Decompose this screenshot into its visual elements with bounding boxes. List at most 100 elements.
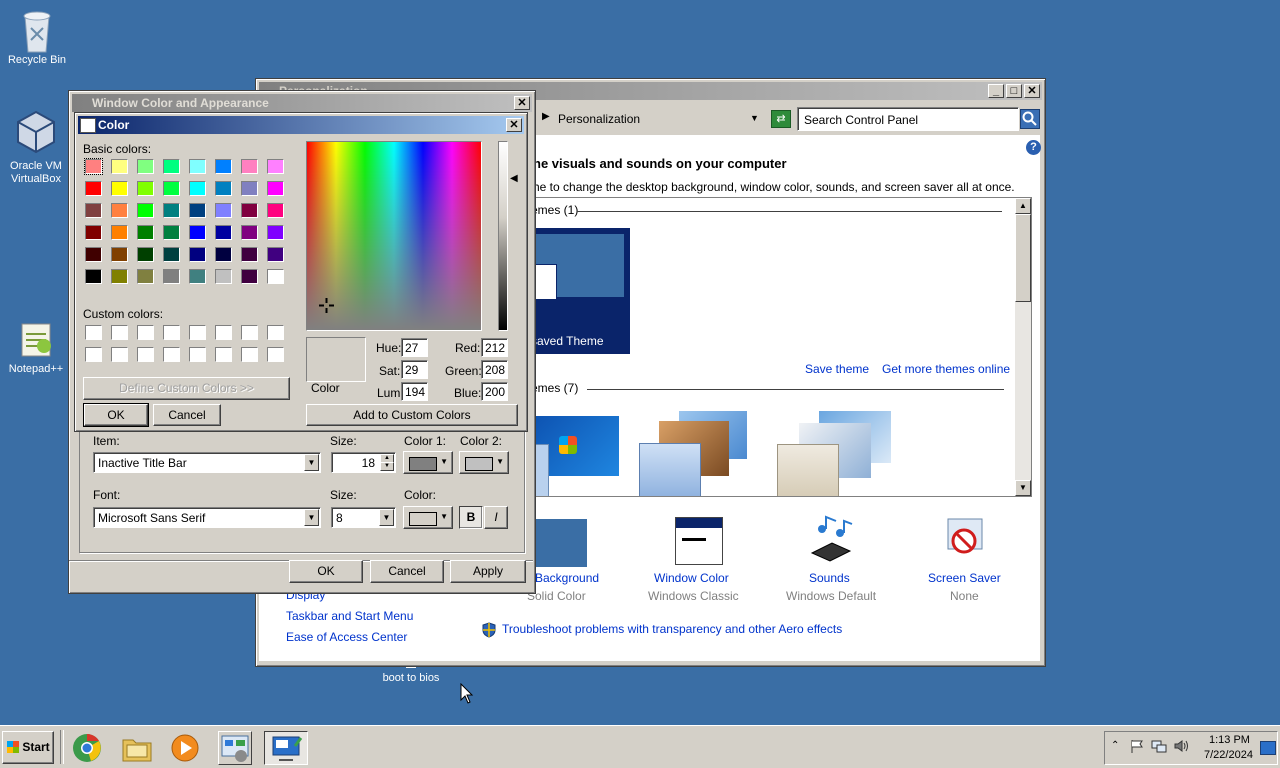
basic-color-swatch[interactable]	[267, 203, 284, 218]
green-input[interactable]: 208	[481, 360, 508, 379]
action-center-flag-icon[interactable]	[1129, 738, 1145, 757]
basic-color-swatch[interactable]	[189, 247, 206, 262]
network-icon[interactable]	[1151, 738, 1167, 757]
basic-color-swatch[interactable]	[163, 203, 180, 218]
maximize-button[interactable]: □	[1006, 84, 1022, 98]
chevron-down-icon[interactable]: ▼	[750, 113, 759, 123]
wca-ok-button[interactable]: OK	[289, 560, 363, 583]
crosshair-icon[interactable]	[319, 298, 334, 313]
folder-icon[interactable]	[120, 731, 154, 765]
personalization-taskbar-icon[interactable]	[264, 731, 308, 765]
basic-color-swatch[interactable]	[163, 269, 180, 284]
chevron-down-icon[interactable]: ▼	[304, 509, 319, 526]
basic-color-swatch[interactable]	[137, 269, 154, 284]
basic-color-swatch[interactable]	[163, 225, 180, 240]
basic-color-swatch[interactable]	[189, 225, 206, 240]
get-more-themes-link[interactable]: Get more themes online	[882, 362, 1010, 376]
desktop-icon-recycle-bin[interactable]: Recycle Bin	[0, 8, 77, 67]
refresh-icon[interactable]: ⇄	[771, 110, 791, 128]
basic-color-swatch[interactable]	[189, 203, 206, 218]
luminance-slider[interactable]	[498, 141, 508, 331]
chrome-icon[interactable]	[70, 731, 104, 765]
close-button[interactable]: ✕	[506, 118, 522, 132]
basic-color-swatch[interactable]	[137, 203, 154, 218]
basic-color-swatch[interactable]	[163, 247, 180, 262]
custom-color-swatch[interactable]	[189, 347, 206, 362]
basic-color-swatch[interactable]	[111, 247, 128, 262]
custom-color-swatch[interactable]	[137, 347, 154, 362]
color-spectrum[interactable]	[306, 141, 482, 331]
custom-color-swatch[interactable]	[215, 347, 232, 362]
clock-date[interactable]: 7/22/2024	[1204, 749, 1253, 761]
control-panel-icon[interactable]	[218, 731, 252, 765]
basic-color-swatch[interactable]	[85, 203, 102, 218]
lum-input[interactable]: 194	[401, 382, 428, 401]
color1-picker[interactable]: ▼	[403, 451, 453, 474]
custom-color-swatch[interactable]	[241, 347, 258, 362]
basic-color-swatch[interactable]	[267, 225, 284, 240]
color-cancel-button[interactable]: Cancel	[153, 404, 221, 426]
themes-list[interactable]: emes (1) saved Theme Save theme Get more…	[518, 197, 1032, 497]
chevron-down-icon[interactable]: ▼	[379, 509, 394, 526]
scroll-up-arrow-icon[interactable]: ▲	[1015, 198, 1031, 214]
close-button[interactable]: ✕	[514, 96, 530, 110]
font-color-picker[interactable]: ▼	[403, 506, 453, 529]
custom-color-swatch[interactable]	[267, 325, 284, 340]
wca-apply-button[interactable]: Apply	[450, 560, 526, 583]
basic-color-swatch[interactable]	[215, 181, 232, 196]
color-ok-button[interactable]: OK	[83, 403, 149, 427]
see-also-taskbar-link[interactable]: Taskbar and Start Menu	[286, 609, 413, 623]
custom-color-swatch[interactable]	[163, 347, 180, 362]
basic-color-swatch[interactable]	[111, 269, 128, 284]
start-button[interactable]: Start	[2, 731, 54, 764]
font-select[interactable]: Microsoft Sans Serif ▼	[93, 507, 321, 528]
basic-color-swatch[interactable]	[111, 203, 128, 218]
basic-color-swatch[interactable]	[137, 225, 154, 240]
scroll-down-arrow-icon[interactable]: ▼	[1015, 480, 1031, 496]
custom-color-swatch[interactable]	[163, 325, 180, 340]
blue-input[interactable]: 200	[481, 382, 508, 401]
basic-color-swatch[interactable]	[85, 225, 102, 240]
basic-color-swatch[interactable]	[215, 203, 232, 218]
chevron-down-icon[interactable]: ▼	[304, 454, 319, 471]
address-bar[interactable]: ▶ Personalization ▼	[536, 108, 766, 130]
unsaved-theme-tile[interactable]: saved Theme	[529, 228, 630, 354]
custom-color-swatch[interactable]	[137, 325, 154, 340]
basic-color-swatch[interactable]	[267, 247, 284, 262]
basic-color-swatch[interactable]	[189, 159, 206, 174]
sounds-item[interactable]: Sounds Windows Default	[774, 515, 884, 605]
aero-theme-architecture[interactable]	[639, 411, 749, 496]
red-input[interactable]: 212	[481, 338, 508, 357]
clock-time[interactable]: 1:13 PM	[1209, 734, 1250, 746]
show-desktop-icon[interactable]	[1260, 741, 1276, 755]
minimize-button[interactable]: _	[988, 84, 1004, 98]
custom-color-swatch[interactable]	[189, 325, 206, 340]
basic-color-swatch[interactable]	[85, 269, 102, 284]
basic-color-swatch[interactable]	[215, 225, 232, 240]
basic-color-swatch[interactable]	[215, 269, 232, 284]
custom-color-swatch[interactable]	[85, 325, 102, 340]
scroll-thumb[interactable]	[1015, 214, 1031, 302]
font-size-select[interactable]: 8 ▼	[331, 507, 396, 528]
custom-color-swatch[interactable]	[85, 347, 102, 362]
basic-color-swatch[interactable]	[163, 181, 180, 196]
custom-color-swatch[interactable]	[267, 347, 284, 362]
basic-color-swatch[interactable]	[215, 159, 232, 174]
luminance-arrow-icon[interactable]: ◀	[510, 173, 518, 184]
basic-color-swatch[interactable]	[111, 159, 128, 174]
aero-theme-nature[interactable]	[777, 411, 897, 496]
search-input[interactable]: Search Control Panel	[797, 107, 1019, 131]
item-select[interactable]: Inactive Title Bar ▼	[93, 452, 321, 473]
size-stepper[interactable]: 18 ▲ ▼	[331, 452, 396, 473]
custom-color-swatch[interactable]	[111, 347, 128, 362]
screen-saver-item[interactable]: Screen Saver None	[914, 515, 1024, 605]
basic-color-swatch[interactable]	[215, 247, 232, 262]
basic-color-swatch[interactable]	[267, 181, 284, 196]
close-button[interactable]: ✕	[1024, 84, 1040, 98]
basic-color-swatch[interactable]	[189, 181, 206, 196]
search-icon[interactable]	[1020, 109, 1040, 129]
basic-color-swatch[interactable]	[137, 181, 154, 196]
sat-input[interactable]: 29	[401, 360, 428, 379]
add-to-custom-colors-button[interactable]: Add to Custom Colors	[306, 404, 518, 426]
media-player-icon[interactable]	[168, 731, 202, 765]
